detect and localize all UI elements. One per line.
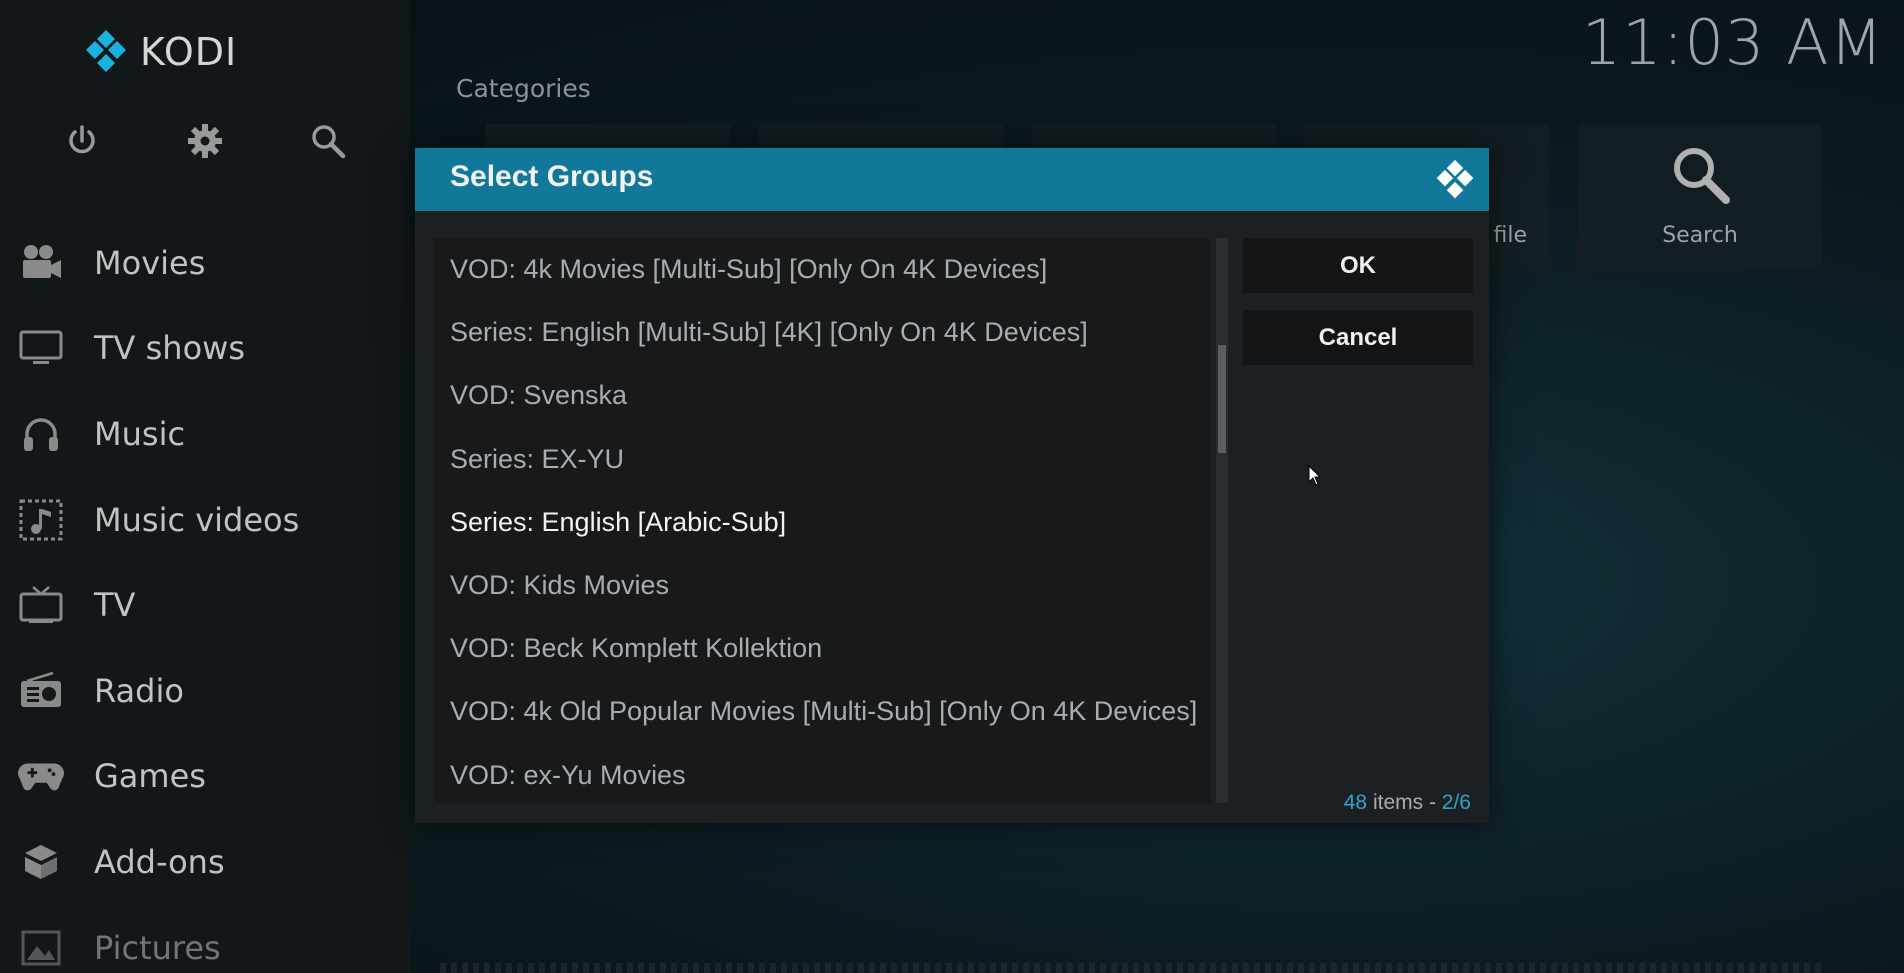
- kodi-home-screen: KODI Movies TV shows Music Music videos …: [0, 0, 1904, 973]
- menu-item-label: TV: [94, 586, 136, 625]
- monitor-icon: [18, 325, 64, 371]
- search-icon[interactable]: [305, 118, 351, 164]
- menu-item-label: TV shows: [94, 329, 245, 368]
- menu-item-tv-shows[interactable]: TV shows: [0, 306, 410, 392]
- menu-item-label: Movies: [94, 243, 206, 282]
- item-count: 48: [1343, 791, 1368, 814]
- picture-icon: [18, 925, 64, 971]
- tv-icon: [18, 582, 64, 628]
- menu-item-radio[interactable]: Radio: [0, 648, 410, 734]
- items-text: items -: [1372, 791, 1436, 814]
- music-video-icon: [18, 497, 64, 543]
- menu-item-tv[interactable]: TV: [0, 562, 410, 648]
- gamepad-icon: [18, 753, 64, 799]
- scrollbar-thumb[interactable]: [1218, 345, 1226, 453]
- kodi-logo-icon: [86, 30, 126, 72]
- app-name: KODI: [140, 30, 238, 74]
- power-icon[interactable]: [59, 118, 105, 164]
- group-list-item[interactable]: Series: English [Arabic-Sub]: [434, 491, 1211, 554]
- menu-item-pictures[interactable]: Pictures: [0, 905, 410, 973]
- kodi-logo: KODI: [82, 28, 237, 76]
- group-list-item[interactable]: VOD: 4k Movies [Multi-Sub] [Only On 4K D…: [434, 238, 1211, 301]
- section-title: Categories: [456, 74, 591, 103]
- menu-item-label: Games: [94, 757, 206, 796]
- box-icon: [18, 839, 64, 885]
- radio-icon: [18, 668, 64, 714]
- top-icon-bar: [0, 118, 410, 164]
- group-list-item[interactable]: Series: EX-YU: [434, 428, 1211, 491]
- movie-camera-icon: [18, 240, 64, 286]
- headphones-icon: [18, 411, 64, 457]
- menu-item-label: Pictures: [94, 928, 221, 967]
- menu-item-add-ons[interactable]: Add-ons: [0, 819, 410, 905]
- search-icon: [1668, 142, 1732, 210]
- menu-item-label: Radio: [94, 671, 184, 710]
- menu-item-label: Music videos: [94, 500, 300, 539]
- menu-item-games[interactable]: Games: [0, 734, 410, 820]
- menu-item-music-videos[interactable]: Music videos: [0, 477, 410, 563]
- group-list-item[interactable]: VOD: 4k Old Popular Movies [Multi-Sub] […: [434, 680, 1211, 743]
- category-tile-search[interactable]: Search: [1578, 124, 1822, 270]
- mouse-pointer-icon: [1308, 465, 1322, 486]
- item-count-status: 48 items - 2/6: [1344, 791, 1471, 815]
- group-list-item[interactable]: VOD: Beck Komplett Kollektion: [434, 617, 1211, 680]
- select-groups-dialog: Select Groups VOD: 4k Movies [Multi-Sub]…: [415, 148, 1489, 823]
- menu-item-label: Add-ons: [94, 842, 225, 881]
- dialog-title: Select Groups: [450, 160, 654, 193]
- dialog-header: Select Groups: [415, 148, 1489, 211]
- scrollbar[interactable]: [1216, 238, 1228, 803]
- group-list-item[interactable]: VOD: ex-Yu Movies: [434, 744, 1211, 804]
- group-list-item[interactable]: Series: English [Multi-Sub] [4K] [Only O…: [434, 301, 1211, 364]
- gear-icon[interactable]: [182, 118, 228, 164]
- main-menu: Movies TV shows Music Music videos TV Ra…: [0, 220, 410, 973]
- ok-button[interactable]: OK: [1243, 238, 1473, 293]
- sidebar: KODI Movies TV shows Music Music videos …: [0, 0, 410, 973]
- menu-item-movies[interactable]: Movies: [0, 220, 410, 306]
- group-list-item[interactable]: VOD: Svenska: [434, 364, 1211, 427]
- group-list-item[interactable]: VOD: Kids Movies: [434, 554, 1211, 617]
- cancel-button[interactable]: Cancel: [1243, 310, 1473, 365]
- group-list[interactable]: VOD: 4k Movies [Multi-Sub] [Only On 4K D…: [434, 238, 1211, 803]
- page-indicator: 2/6: [1441, 791, 1471, 814]
- menu-item-label: Music: [94, 414, 186, 453]
- kodi-logo-icon: [1436, 159, 1474, 199]
- menu-item-music[interactable]: Music: [0, 391, 410, 477]
- background-decoration: [440, 963, 1824, 973]
- tile-label: Search: [1662, 223, 1738, 248]
- clock: 11:03 AM: [1581, 6, 1884, 79]
